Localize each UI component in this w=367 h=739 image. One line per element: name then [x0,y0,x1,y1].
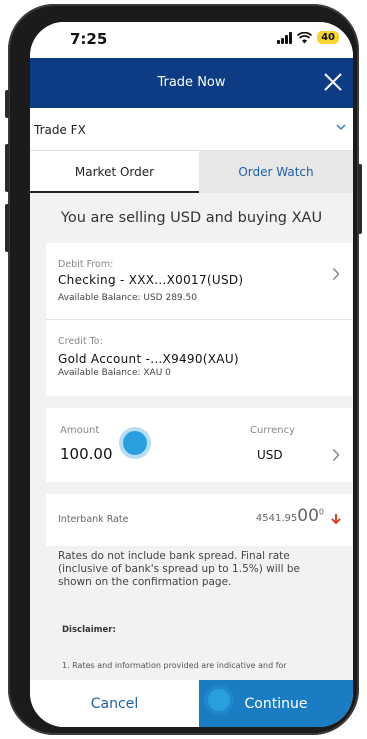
tab-market-order[interactable]: Market Order [30,151,199,193]
page-title: Trade Now [157,75,226,90]
rate-note: Rates do not include bank spread. Final … [58,550,300,588]
amount-card: Amount 100.00 Currency USD [46,408,352,482]
tab-order-watch[interactable]: Order Watch [199,151,353,193]
tab-market-order-label: Market Order [74,165,155,179]
app-header: Trade Now [30,58,353,108]
close-icon[interactable] [319,68,347,96]
tab-order-watch-label: Order Watch [238,165,314,179]
amount-input[interactable]: 100.00 [60,445,113,463]
credit-label: Credit To: [58,336,103,347]
power-button [358,164,362,234]
continue-button[interactable]: Continue [199,680,353,727]
accounts-card: Debit From: Checking - XXX...X0017(USD) … [46,243,352,396]
cancel-button-label: Cancel [90,696,139,712]
app-screen: 7:25 40 Trade Now Trade FX Market Order … [30,22,353,727]
currency-selector[interactable]: USD [257,448,283,462]
rate-card: Interbank Rate 4541.95000 [46,494,352,546]
debit-label: Debit From: [58,259,114,270]
chevron-right-icon [332,267,340,281]
touch-indicator [123,431,147,455]
trade-type-dropdown[interactable]: Trade FX [30,108,353,151]
continue-button-label: Continue [244,696,308,712]
scroll-fade [30,670,353,680]
debit-balance: Available Balance: USD 289.50 [58,293,197,303]
arrow-down-icon [331,514,341,525]
phone-frame: 7:25 40 Trade Now Trade FX Market Order … [5,4,362,735]
volume-down-button [5,204,9,252]
wifi-icon [297,31,313,43]
chevron-down-icon [336,124,346,131]
status-time: 7:25 [70,30,108,48]
status-bar: 7:25 40 [30,22,353,58]
credit-account-row: Credit To: Gold Account -...X9490(XAU) A… [46,320,352,396]
currency-label: Currency [250,425,296,436]
debit-account: Checking - XXX...X0017(USD) [58,273,244,287]
debit-account-row[interactable]: Debit From: Checking - XXX...X0017(USD) … [46,243,352,319]
rate-label: Interbank Rate [58,514,129,525]
rate-value-main: 4541.95 [255,513,298,524]
volume-up-button [5,144,9,192]
credit-balance: Available Balance: XAU 0 [58,368,171,378]
amount-label: Amount [60,425,100,436]
disclaimer-title: Disclaimer: [62,625,116,635]
cancel-button[interactable]: Cancel [30,680,199,727]
chevron-right-icon[interactable] [332,448,340,462]
signal-icon [277,31,293,44]
trade-type-label: Trade FX [34,123,86,137]
status-icons: 40 [277,31,339,44]
rate-value-fraction: 0 [318,507,324,517]
battery-icon: 40 [317,31,339,44]
trade-summary: You are selling USD and buying XAU [60,210,323,226]
rate-value: 4541.95000 [256,506,324,526]
mute-switch [5,90,9,118]
order-tabs: Market Order Order Watch [30,151,353,193]
rate-value-pips: 00 [297,506,319,526]
footer-actions: Cancel Continue [30,680,353,727]
credit-account: Gold Account -...X9490(XAU) [58,352,239,366]
